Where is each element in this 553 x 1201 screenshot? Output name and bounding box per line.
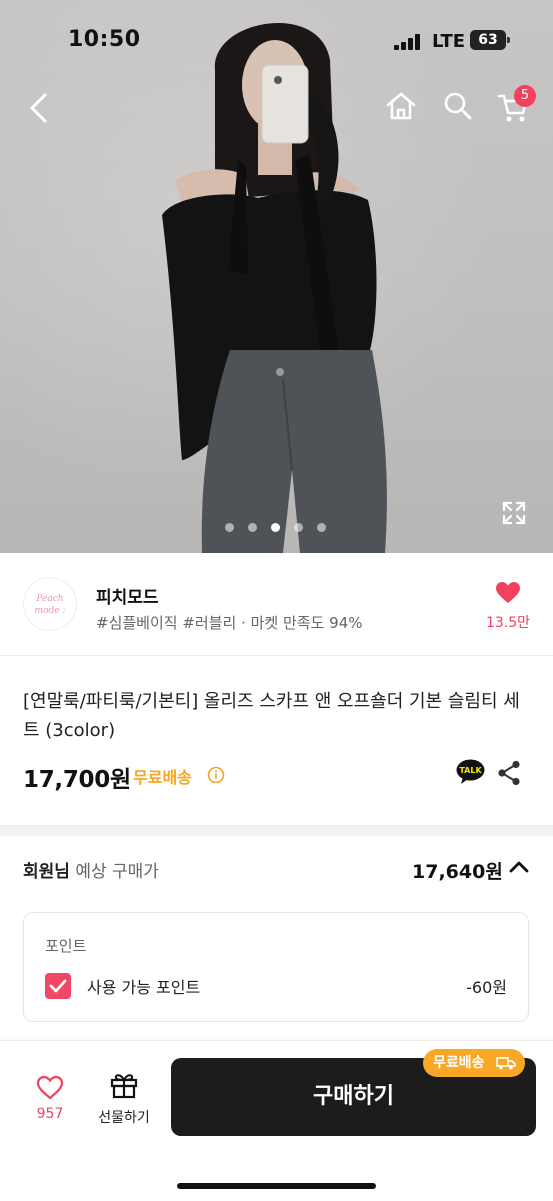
info-icon[interactable] — [207, 766, 225, 788]
member-price-value: 17,640원 — [412, 861, 503, 883]
shipping-label: 무료배송 — [133, 768, 192, 787]
shop-info[interactable]: Peach mode : 피치모드 #심플베이직 #러블리 · 마켓 만족도 9… — [0, 553, 553, 653]
points-box: 포인트 사용 가능 포인트 -60원 — [23, 912, 529, 1022]
member-label-bold: 회원님 — [23, 862, 70, 882]
product-title: [연말룩/파티룩/기본티] 올리즈 스카프 앤 오프숄더 기본 슬림티 세트 (… — [23, 691, 520, 741]
like-count: 957 — [36, 1106, 64, 1122]
like-button[interactable]: 957 — [22, 1075, 78, 1122]
section-divider — [0, 825, 553, 836]
shop-logo-line2: mode : — [34, 606, 66, 616]
gift-icon — [110, 1074, 138, 1099]
kakao-talk-icon[interactable]: TALK — [456, 759, 485, 785]
status-bar: 10:50 LTE 63 — [0, 0, 553, 80]
gallery-dot[interactable] — [294, 523, 303, 532]
points-title: 포인트 — [45, 937, 87, 955]
battery-icon: 63 — [470, 30, 510, 50]
shop-logo-line1: Peach — [36, 594, 64, 604]
gift-button[interactable]: 선물하기 — [90, 1071, 158, 1127]
network-label: LTE — [432, 31, 466, 52]
home-indicator — [177, 1183, 376, 1189]
points-checkbox[interactable] — [45, 973, 71, 999]
truck-icon — [496, 1057, 516, 1070]
points-use-value: -60원 — [466, 978, 507, 997]
divider — [0, 655, 553, 656]
gallery-dot-active[interactable] — [271, 523, 280, 532]
gallery-dot[interactable] — [317, 523, 326, 532]
gallery-dot[interactable] — [225, 523, 234, 532]
back-icon[interactable] — [28, 92, 50, 128]
home-icon[interactable] — [385, 91, 417, 125]
product-image[interactable]: 10:50 LTE 63 5 — [0, 0, 553, 553]
gallery-dot[interactable] — [248, 523, 257, 532]
shop-name[interactable]: 피치모드 — [96, 583, 159, 608]
shop-like-count: 13.5만 — [485, 615, 531, 631]
search-icon[interactable] — [443, 91, 473, 125]
svg-text:TALK: TALK — [459, 766, 482, 775]
status-time: 10:50 — [68, 27, 141, 52]
free-shipping-tag-label: 무료배송 — [433, 1055, 485, 1071]
member-label-rest: 예상 구매가 — [69, 862, 159, 882]
shop-tags: #심플베이직 #러블리 · 마켓 만족도 94% — [96, 614, 363, 632]
fullscreen-icon[interactable] — [501, 500, 527, 530]
check-icon — [49, 979, 67, 993]
cart-count-badge: 5 — [514, 85, 536, 107]
shop-logo[interactable]: Peach mode : — [23, 577, 77, 631]
signal-icon — [394, 34, 424, 50]
heart-filled-icon — [496, 582, 520, 603]
model-photo — [162, 22, 387, 553]
chevron-up-icon[interactable] — [508, 859, 530, 879]
bottom-action-bar: 957 선물하기 구매하기 무료배송 — [0, 1040, 553, 1201]
product-price: 17,700원 — [23, 767, 131, 793]
shop-like-button[interactable]: 13.5만 — [478, 581, 538, 632]
gallery-indicator — [225, 517, 340, 532]
gift-label: 선물하기 — [98, 1110, 150, 1126]
member-price-label: 회원님 예상 구매가 — [23, 857, 159, 882]
heart-outline-icon — [36, 1075, 64, 1100]
share-icon[interactable] — [497, 760, 521, 790]
free-shipping-tag: 무료배송 — [423, 1049, 525, 1077]
points-use-label: 사용 가능 포인트 — [87, 978, 201, 997]
